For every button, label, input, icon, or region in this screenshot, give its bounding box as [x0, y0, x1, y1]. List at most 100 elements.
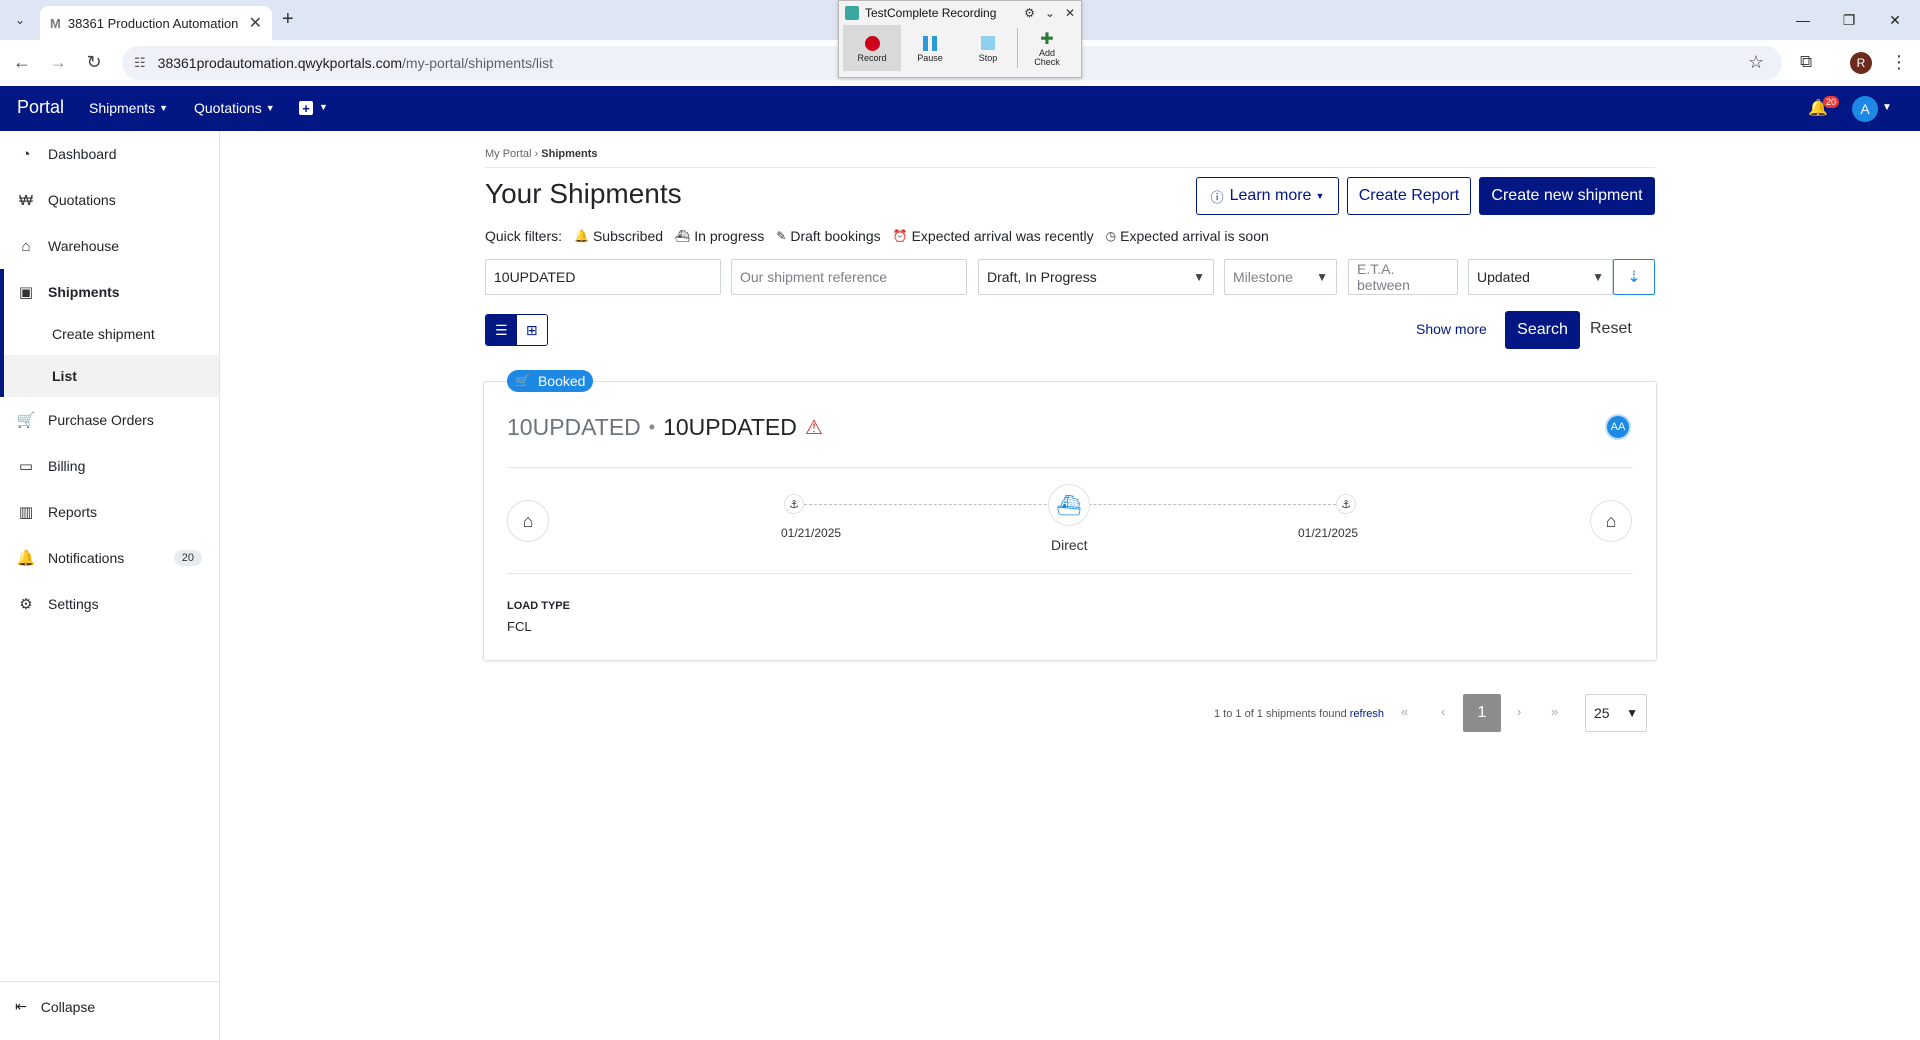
reload-icon[interactable]: ↻ [82, 52, 106, 73]
current-page-button[interactable]: 1 [1463, 694, 1501, 732]
quick-filters: Quick filters: 🔔 Subscribed ⛴ In progress … [485, 228, 1269, 244]
shipment-reference-input[interactable]: Our shipment reference [731, 259, 967, 295]
quotations-icon: ₩ [18, 191, 34, 209]
sidebar-item-settings[interactable]: ⚙ Settings [0, 581, 219, 627]
create-new-shipment-button[interactable]: Create new shipment [1479, 177, 1655, 215]
pause-label: Pause [917, 53, 943, 63]
chevron-down-icon[interactable]: ⌄ [1045, 6, 1055, 20]
assignee-avatar: AA [1605, 414, 1631, 440]
search-button[interactable]: Search [1505, 311, 1580, 349]
quick-filter-label: Expected arrival is soon [1120, 228, 1269, 244]
site-info-icon[interactable]: ☷ [134, 55, 146, 71]
testcomplete-title: TestComplete Recording [865, 6, 997, 20]
status-select[interactable]: Draft, In Progress ▼ [978, 259, 1214, 295]
page-size-select[interactable]: 25 ▼ [1585, 694, 1647, 732]
shipment-name: 10UPDATED [663, 414, 797, 440]
quick-create-icon[interactable]: + [299, 101, 313, 116]
sidebar-item-label: Shipments [48, 284, 120, 300]
sidebar-item-dashboard[interactable]: ◔ Dashboard [0, 131, 219, 177]
gear-icon[interactable]: ⚙ [1024, 6, 1035, 20]
grid-icon: ⊞ [525, 321, 538, 338]
show-more-button[interactable]: Show more [1416, 321, 1487, 337]
tab-close-icon[interactable]: ✕ [249, 13, 262, 33]
sidebar-item-quotations[interactable]: ₩ Quotations [0, 177, 219, 223]
bell-icon: 🔔 [16, 550, 36, 567]
browser-tab[interactable]: M 38361 Production Automation ✕ [40, 6, 272, 40]
quick-filter-arrival-soon[interactable]: ◷ Expected arrival is soon [1106, 228, 1269, 244]
new-tab-icon[interactable]: + [282, 8, 294, 31]
view-toggle: ☰ ⊞ [485, 314, 548, 346]
shipment-reference: 10UPDATED [507, 414, 641, 440]
breadcrumb: My Portal › Shipments [485, 148, 598, 160]
sidebar-item-billing[interactable]: ▭ Billing [0, 443, 219, 489]
list-view-button[interactable]: ☰ [486, 315, 517, 345]
record-button[interactable]: Record [843, 25, 901, 71]
sidebar-item-reports[interactable]: ▥ Reports [0, 489, 219, 535]
nav-quotations[interactable]: Quotations ▼ [194, 100, 275, 116]
quick-filter-subscribed[interactable]: 🔔 Subscribed [574, 228, 663, 244]
breadcrumb-root[interactable]: My Portal [485, 148, 531, 160]
last-page-icon[interactable]: » [1551, 704, 1558, 719]
quick-filter-in-progress[interactable]: ⛴ In progress [675, 228, 764, 244]
sidebar-subitem-create-shipment[interactable]: Create shipment [0, 313, 219, 355]
sidebar: ◔ Dashboard ₩ Quotations ⌂ Warehouse ▣ S… [0, 131, 220, 1040]
search-input[interactable]: 10UPDATED [485, 259, 721, 295]
clock-icon: ◷ [1105, 229, 1117, 243]
learn-more-button[interactable]: ⓘ Learn more ▼ [1196, 177, 1339, 215]
tab-search-icon[interactable]: ⌄ [8, 8, 32, 32]
chevron-down-icon: ▼ [265, 103, 275, 113]
transport-mode: Direct [1051, 537, 1088, 553]
sidebar-item-label: List [52, 368, 77, 384]
shipment-title[interactable]: 10UPDATED • 10UPDATED ⚠ [507, 414, 823, 441]
extensions-icon[interactable]: ⧉ [1800, 52, 1812, 72]
grid-view-button[interactable]: ⊞ [516, 315, 547, 345]
chevron-down-icon[interactable]: ▼ [319, 102, 328, 112]
quick-filters-label: Quick filters: [485, 228, 563, 244]
add-check-icon: ✚ [1040, 31, 1054, 48]
sidebar-collapse-button[interactable]: ⇤ Collapse [0, 981, 219, 1031]
browser-menu-icon[interactable]: ⋮ [1890, 52, 1908, 73]
destination-port-anchor-icon: ⚓ [1336, 494, 1356, 514]
chevron-down-icon: ▼ [1315, 191, 1325, 201]
quick-filter-draft-bookings[interactable]: ✎ Draft bookings [776, 228, 880, 244]
window-close-icon[interactable]: ✕ [1872, 0, 1918, 40]
bookmark-star-icon[interactable]: ☆ [1748, 52, 1764, 73]
sidebar-item-notifications[interactable]: 🔔 Notifications 20 [0, 535, 219, 581]
pause-button[interactable]: Pause [901, 25, 959, 71]
record-icon [864, 35, 880, 51]
sort-by-select[interactable]: Updated ▼ [1468, 259, 1613, 295]
list-icon: ☰ [494, 321, 508, 338]
chevron-down-icon[interactable]: ▼ [1882, 102, 1892, 113]
browser-profile-avatar[interactable]: R [1850, 52, 1872, 74]
first-page-icon[interactable]: « [1401, 704, 1408, 719]
milestone-select[interactable]: Milestone ▼ [1224, 259, 1337, 295]
previous-page-icon[interactable]: ‹ [1441, 704, 1445, 719]
reset-button[interactable]: Reset [1590, 320, 1632, 338]
sidebar-item-warehouse[interactable]: ⌂ Warehouse [0, 223, 219, 269]
sidebar-item-label: Billing [48, 458, 86, 474]
sort-direction-button[interactable]: ⇣ [1613, 259, 1655, 295]
create-report-button[interactable]: Create Report [1347, 177, 1471, 215]
sidebar-item-purchase-orders[interactable]: 🛒 Purchase Orders [0, 397, 219, 443]
sidebar-item-label: Warehouse [48, 238, 120, 254]
eta-range-input[interactable]: E.T.A. between [1348, 259, 1458, 295]
back-icon[interactable]: ← [10, 52, 34, 73]
ship-icon: ⛴ [675, 229, 691, 243]
sidebar-subitem-list[interactable]: List [0, 355, 219, 397]
restore-icon[interactable]: ❐ [1826, 0, 1872, 40]
sidebar-item-shipments[interactable]: ▣ Shipments [0, 269, 219, 315]
nav-shipments[interactable]: Shipments ▼ [89, 100, 168, 116]
brand-logo[interactable]: Portal [17, 97, 64, 118]
minimize-icon[interactable]: — [1780, 0, 1826, 40]
sidebar-item-label: Settings [48, 596, 99, 612]
forward-icon[interactable]: → [46, 52, 70, 73]
next-page-icon[interactable]: › [1517, 704, 1521, 719]
stop-button[interactable]: Stop [959, 25, 1017, 71]
add-check-button[interactable]: ✚ Add Check [1018, 25, 1076, 71]
close-icon[interactable]: ✕ [1065, 6, 1075, 20]
user-avatar[interactable]: A [1852, 96, 1878, 122]
quick-filter-arrival-recently[interactable]: ⏰ Expected arrival was recently [893, 228, 1094, 244]
url-path: /my-portal/shipments/list [402, 55, 553, 71]
refresh-link[interactable]: refresh [1350, 708, 1384, 720]
stop-icon [981, 36, 995, 50]
